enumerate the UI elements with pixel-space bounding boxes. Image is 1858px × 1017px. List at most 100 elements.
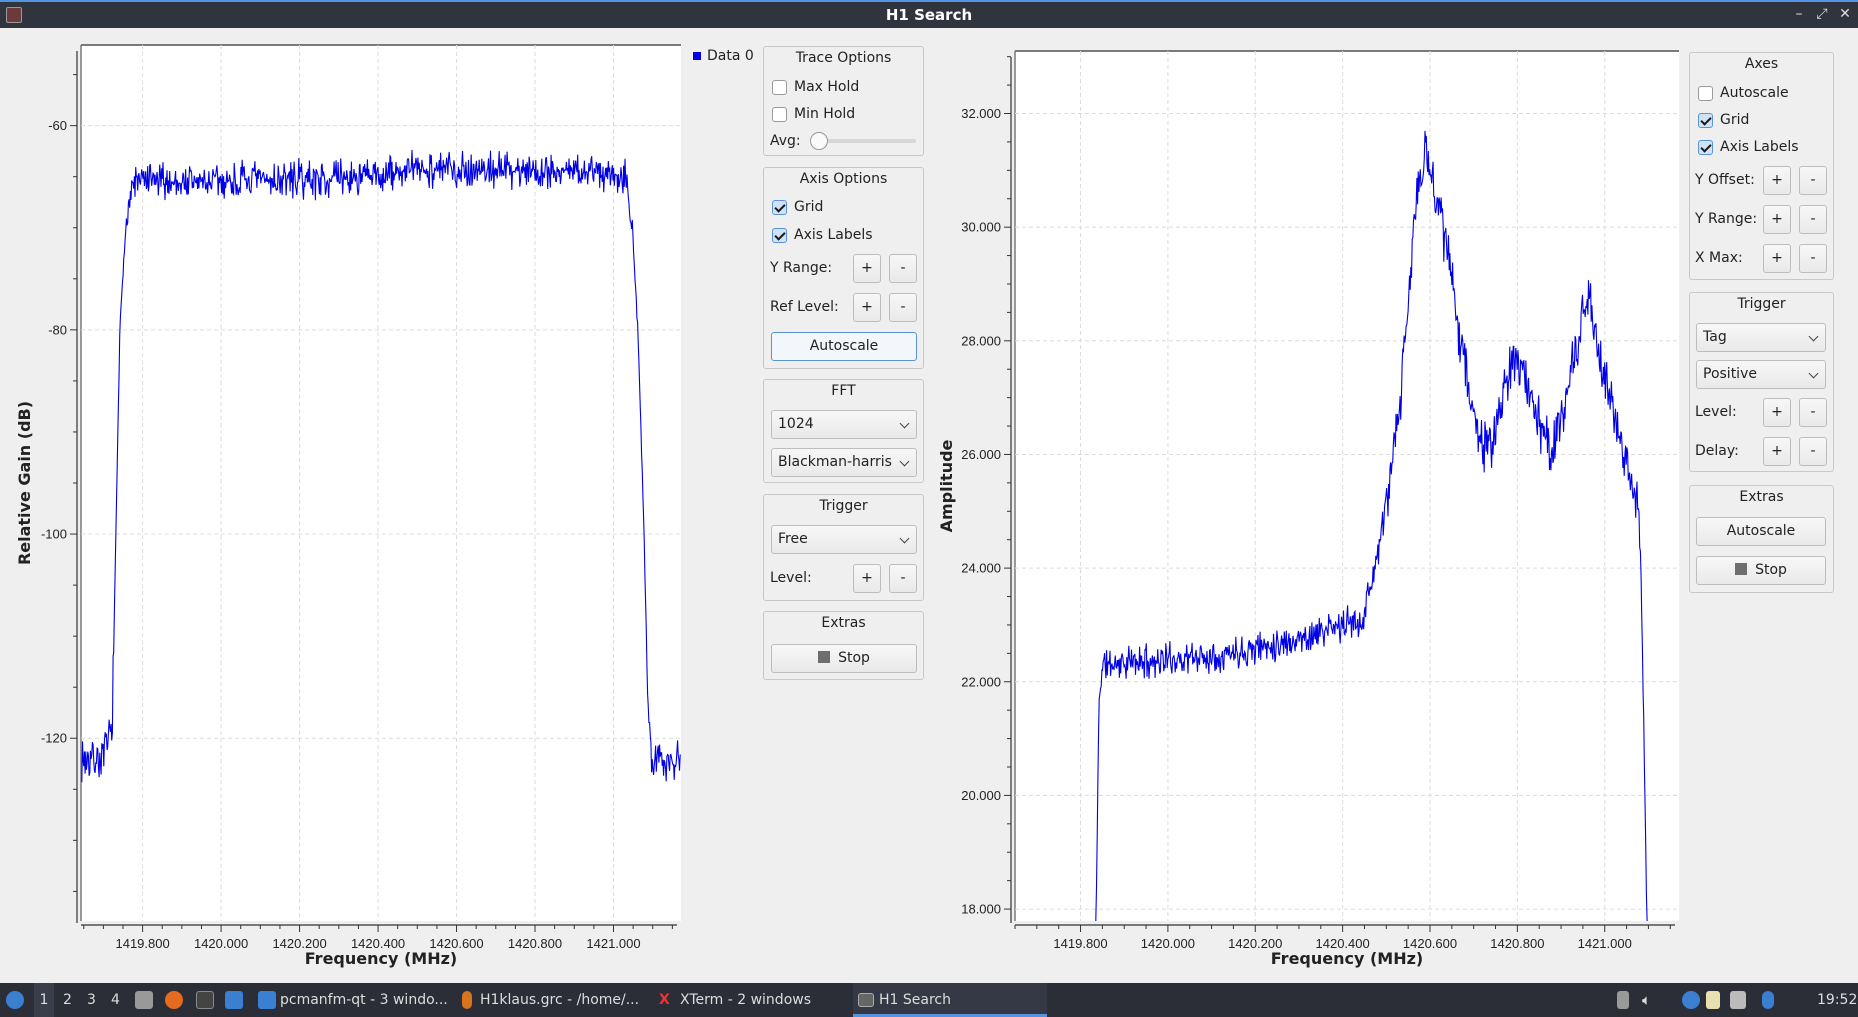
desktop-3[interactable]: 3: [87, 983, 96, 1017]
amplitude-plot[interactable]: 32.000 30.000 28.000 26.000 24.000 22.000 20.0…: [0, 0, 1858, 1017]
desktop-icon[interactable]: [225, 991, 243, 1009]
trigger-delay-plus-button[interactable]: +: [1763, 437, 1791, 466]
stop-button[interactable]: Stop: [1696, 556, 1826, 585]
start-menu-icon[interactable]: [6, 991, 24, 1009]
x-tick-label: 1420.000: [1141, 936, 1195, 951]
x-max-minus-button[interactable]: -: [1799, 244, 1827, 273]
trigger-level-plus-button[interactable]: +: [853, 564, 881, 593]
x-tick-label: 1420.400: [351, 936, 405, 951]
series-line: [1095, 130, 1648, 922]
y-tick-label: 20.000: [961, 788, 1001, 803]
chevron-down-icon: [899, 533, 910, 544]
window-icon: [858, 993, 874, 1007]
x-tick-label: 1420.600: [429, 936, 483, 951]
clipboard-icon[interactable]: [1706, 991, 1720, 1009]
avg-slider-handle[interactable]: [810, 132, 828, 150]
trigger-level-plus-button[interactable]: +: [1763, 398, 1791, 427]
desktop-4[interactable]: 4: [111, 983, 120, 1017]
chevron-down-icon: [1808, 331, 1819, 342]
terminal-icon[interactable]: [196, 991, 214, 1009]
y-offset-plus-button[interactable]: +: [1763, 166, 1791, 195]
trigger-delay-minus-button[interactable]: -: [1799, 437, 1827, 466]
y-range-minus-button[interactable]: -: [889, 254, 917, 283]
file-manager-launcher-icon[interactable]: [135, 991, 153, 1009]
grid-checkbox[interactable]: [772, 200, 787, 215]
trigger-level-minus-button[interactable]: -: [889, 564, 917, 593]
fft-size-select[interactable]: 1024: [771, 410, 917, 439]
y-offset-minus-button[interactable]: -: [1799, 166, 1827, 195]
ref-level-label: Ref Level:: [770, 299, 839, 315]
y-range-label: Y Range:: [1695, 211, 1758, 227]
stop-label: Stop: [838, 650, 870, 666]
ref-level-minus-button[interactable]: -: [889, 293, 917, 322]
legend-label[interactable]: Data 0: [707, 46, 754, 66]
x-tick-label: 1420.000: [194, 936, 248, 951]
y-range-plus-button[interactable]: +: [1763, 205, 1791, 234]
y-tick-label: -60: [48, 118, 67, 133]
task-h1-search[interactable]: H1 Search: [879, 983, 951, 1017]
network-icon[interactable]: [1682, 991, 1700, 1009]
task-xterm[interactable]: XTerm - 2 windows: [680, 983, 811, 1017]
stop-button[interactable]: Stop: [771, 644, 917, 673]
x-tick-label: 1420.800: [508, 936, 562, 951]
autoscale-checkbox[interactable]: [1698, 86, 1713, 101]
grid-label: Grid: [794, 199, 824, 215]
trigger-mode-select[interactable]: Tag: [1696, 323, 1826, 352]
taskbar: 1 2 3 4 pcmanfm-qt - 3 windo... H1klaus.…: [0, 983, 1858, 1017]
y-range-minus-button[interactable]: -: [1799, 205, 1827, 234]
max-hold-checkbox[interactable]: [772, 80, 787, 95]
x-tick-label: 1419.800: [115, 936, 169, 951]
gnuradio-icon: [462, 991, 472, 1009]
y-tick-label: -120: [41, 731, 67, 746]
stop-icon: [818, 651, 831, 663]
close-icon[interactable]: ✕: [1836, 6, 1854, 22]
y-tick-label: 28.000: [961, 333, 1001, 348]
grid-checkbox[interactable]: [1698, 113, 1713, 128]
window-title: H1 Search: [885, 6, 973, 24]
x-tick-label: 1419.800: [1053, 936, 1107, 951]
series-line: [81, 149, 681, 783]
x-tick-label: 1421.000: [586, 936, 640, 951]
plot-canvas: [81, 45, 681, 921]
y-tick-label: 24.000: [961, 561, 1001, 576]
group-title: Trigger: [1737, 296, 1786, 312]
desktop-2[interactable]: 2: [63, 983, 72, 1017]
firefox-icon[interactable]: [165, 991, 183, 1009]
y-tick-label: -100: [41, 527, 67, 542]
autoscale-button[interactable]: Autoscale: [771, 332, 917, 361]
x-max-plus-button[interactable]: +: [1763, 244, 1791, 273]
y-tick-label: -80: [48, 322, 67, 337]
ref-level-plus-button[interactable]: +: [853, 293, 881, 322]
min-hold-checkbox[interactable]: [772, 107, 787, 122]
trigger-slope-select[interactable]: Positive: [1696, 360, 1826, 389]
x-tick-label: 1420.600: [1403, 936, 1457, 951]
axis-labels-checkbox[interactable]: [772, 228, 787, 243]
frequency-plot[interactable]: -60-80-100-1201419.800 1420.000 1420.200 14…: [0, 0, 1858, 1017]
x-tick-label: 1420.200: [272, 936, 326, 951]
x-tick-label: 1420.400: [1316, 936, 1370, 951]
group-title: Trace Options: [795, 50, 892, 66]
usb-icon[interactable]: [1617, 991, 1629, 1009]
fft-window-select[interactable]: Blackman-harris: [771, 448, 917, 477]
xterm-icon: X: [659, 992, 670, 1008]
fft-window-value: Blackman-harris: [778, 454, 892, 470]
autoscale-button[interactable]: Autoscale: [1696, 517, 1826, 546]
volume-icon[interactable]: 🔈︎: [1642, 983, 1651, 1017]
minimize-icon[interactable]: –: [1790, 6, 1808, 22]
clock[interactable]: 19:52: [1817, 983, 1857, 1017]
task-grc[interactable]: H1klaus.grc - /home/...: [480, 983, 639, 1017]
trigger-mode-select[interactable]: Free: [771, 525, 917, 554]
folder-icon: [258, 991, 276, 1009]
axis-labels-checkbox[interactable]: [1698, 140, 1713, 155]
notification-icon[interactable]: [1762, 991, 1774, 1009]
desktop-1[interactable]: 1: [34, 983, 54, 1017]
maximize-icon[interactable]: ⤢: [1813, 6, 1831, 22]
task-pcmanfm[interactable]: pcmanfm-qt - 3 windo...: [280, 983, 448, 1017]
y-tick-label: 18.000: [961, 902, 1001, 917]
trigger-level-minus-button[interactable]: -: [1799, 398, 1827, 427]
stop-icon: [1735, 563, 1748, 575]
legend-swatch: [693, 52, 701, 60]
y-range-plus-button[interactable]: +: [853, 254, 881, 283]
notes-icon[interactable]: [1730, 991, 1746, 1009]
avg-label: Avg:: [770, 133, 801, 149]
